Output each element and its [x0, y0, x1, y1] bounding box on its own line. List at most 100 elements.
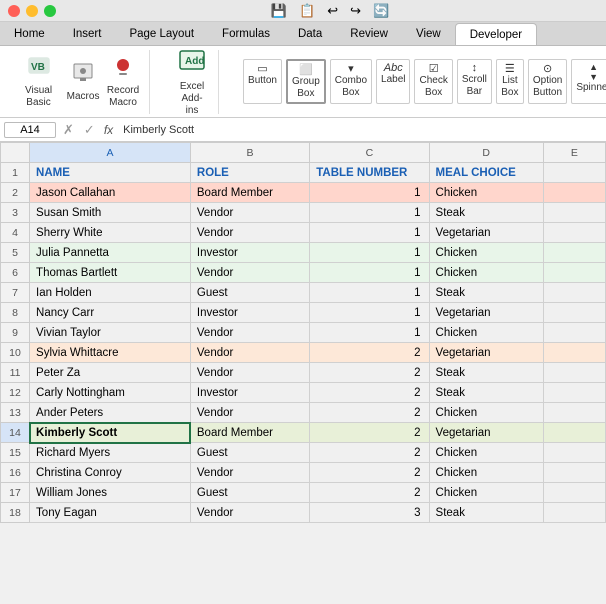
table-row[interactable]: 13Ander PetersVendor2Chicken — [1, 403, 606, 423]
group-box-button[interactable]: ⬜ GroupBox — [286, 59, 326, 104]
cell-meal-choice[interactable]: Chicken — [429, 483, 543, 503]
cell-name[interactable]: Ander Peters — [30, 403, 191, 423]
cell-name[interactable]: Julia Pannetta — [30, 243, 191, 263]
col-header-e[interactable]: E — [543, 143, 605, 163]
cell-role[interactable]: Vendor — [190, 223, 309, 243]
cell-empty[interactable] — [543, 503, 605, 523]
save-icon[interactable]: 💾 — [271, 3, 287, 19]
cell-meal-choice[interactable]: Steak — [429, 503, 543, 523]
cell-role[interactable]: Guest — [190, 283, 309, 303]
cell-name[interactable]: Thomas Bartlett — [30, 263, 191, 283]
col-header-d[interactable]: D — [429, 143, 543, 163]
cell-empty[interactable] — [543, 443, 605, 463]
tab-insert[interactable]: Insert — [59, 23, 116, 45]
cell-table-number[interactable]: 2 — [310, 463, 429, 483]
cell-empty[interactable] — [543, 423, 605, 443]
col-header-a[interactable]: A — [30, 143, 191, 163]
excel-addins-button[interactable]: Add ExcelAdd-ins — [174, 45, 210, 119]
tab-review[interactable]: Review — [336, 23, 402, 45]
cell-empty[interactable] — [543, 363, 605, 383]
cell-name[interactable]: Nancy Carr — [30, 303, 191, 323]
button-control-button[interactable]: ▭ Button — [243, 59, 282, 104]
cell-role[interactable]: ROLE — [190, 163, 309, 183]
list-box-button[interactable]: ☰ ListBox — [496, 59, 524, 104]
cell-empty[interactable] — [543, 303, 605, 323]
tab-formulas[interactable]: Formulas — [208, 23, 284, 45]
cell-meal-choice[interactable]: Steak — [429, 363, 543, 383]
cell-meal-choice[interactable]: Vegetarian — [429, 223, 543, 243]
record-macro-button[interactable]: RecordMacro — [105, 53, 141, 111]
cell-role[interactable]: Guest — [190, 443, 309, 463]
cell-table-number[interactable]: 2 — [310, 383, 429, 403]
cell-table-number[interactable]: 1 — [310, 283, 429, 303]
cell-empty[interactable] — [543, 383, 605, 403]
cell-name[interactable]: Vivian Taylor — [30, 323, 191, 343]
table-row[interactable]: 8Nancy CarrInvestor1Vegetarian — [1, 303, 606, 323]
cell-meal-choice[interactable]: Chicken — [429, 243, 543, 263]
cell-name[interactable]: Ian Holden — [30, 283, 191, 303]
cell-meal-choice[interactable]: Chicken — [429, 463, 543, 483]
cell-meal-choice[interactable]: Chicken — [429, 323, 543, 343]
cell-table-number[interactable]: 1 — [310, 243, 429, 263]
col-header-b[interactable]: B — [190, 143, 309, 163]
cell-table-number[interactable]: 2 — [310, 363, 429, 383]
cell-role[interactable]: Vendor — [190, 503, 309, 523]
table-row[interactable]: 18Tony EaganVendor3Steak — [1, 503, 606, 523]
minimize-button[interactable] — [26, 5, 38, 17]
cell-empty[interactable] — [543, 183, 605, 203]
cell-table-number[interactable]: 1 — [310, 323, 429, 343]
table-row[interactable]: 5Julia PannettaInvestor1Chicken — [1, 243, 606, 263]
cell-role[interactable]: Vendor — [190, 403, 309, 423]
option-button-button[interactable]: ⊙ OptionButton — [528, 59, 567, 104]
table-row[interactable]: 2Jason CallahanBoard Member1Chicken — [1, 183, 606, 203]
close-button[interactable] — [8, 5, 20, 17]
cell-name[interactable]: Sherry White — [30, 223, 191, 243]
cell-empty[interactable] — [543, 343, 605, 363]
cell-name[interactable]: William Jones — [30, 483, 191, 503]
cell-name[interactable]: NAME — [30, 163, 191, 183]
cell-name[interactable]: Christina Conroy — [30, 463, 191, 483]
cell-role[interactable]: Guest — [190, 483, 309, 503]
cell-role[interactable]: Vendor — [190, 203, 309, 223]
visual-basic-button[interactable]: VB Visual Basic — [16, 53, 61, 111]
cell-table-number[interactable]: 2 — [310, 403, 429, 423]
table-row[interactable]: 6Thomas BartlettVendor1Chicken — [1, 263, 606, 283]
table-row[interactable]: 1NAMEROLETABLE NUMBERMEAL CHOICE — [1, 163, 606, 183]
macros-button[interactable]: Macros — [65, 59, 101, 105]
tab-page-layout[interactable]: Page Layout — [115, 23, 208, 45]
cell-empty[interactable] — [543, 223, 605, 243]
cell-meal-choice[interactable]: Chicken — [429, 263, 543, 283]
cell-role[interactable]: Investor — [190, 303, 309, 323]
cell-meal-choice[interactable]: Steak — [429, 383, 543, 403]
cell-table-number[interactable]: TABLE NUMBER — [310, 163, 429, 183]
cell-meal-choice[interactable]: Steak — [429, 203, 543, 223]
cell-name[interactable]: Tony Eagan — [30, 503, 191, 523]
table-row[interactable]: 14Kimberly ScottBoard Member2Vegetarian — [1, 423, 606, 443]
cell-meal-choice[interactable]: Vegetarian — [429, 423, 543, 443]
cell-name[interactable]: Kimberly Scott — [30, 423, 191, 443]
cell-meal-choice[interactable]: MEAL CHOICE — [429, 163, 543, 183]
cell-role[interactable]: Board Member — [190, 183, 309, 203]
cell-role[interactable]: Investor — [190, 383, 309, 403]
toolbar-icon-2[interactable]: 📋 — [299, 3, 315, 19]
cell-meal-choice[interactable]: Steak — [429, 283, 543, 303]
cell-role[interactable]: Board Member — [190, 423, 309, 443]
cell-role[interactable]: Vendor — [190, 343, 309, 363]
cell-meal-choice[interactable]: Vegetarian — [429, 303, 543, 323]
cell-table-number[interactable]: 2 — [310, 423, 429, 443]
maximize-button[interactable] — [44, 5, 56, 17]
cell-name[interactable]: Sylvia Whittacre — [30, 343, 191, 363]
spreadsheet[interactable]: A B C D E 1NAMEROLETABLE NUMBERMEAL CHOI… — [0, 142, 606, 604]
tab-data[interactable]: Data — [284, 23, 336, 45]
cell-table-number[interactable]: 1 — [310, 263, 429, 283]
check-box-button[interactable]: ☑ CheckBox — [414, 59, 452, 104]
cell-name[interactable]: Peter Za — [30, 363, 191, 383]
cell-empty[interactable] — [543, 263, 605, 283]
toolbar-icon-5[interactable]: 🔄 — [373, 3, 389, 19]
cell-meal-choice[interactable]: Chicken — [429, 403, 543, 423]
cell-role[interactable]: Vendor — [190, 363, 309, 383]
cell-table-number[interactable]: 1 — [310, 183, 429, 203]
cell-table-number[interactable]: 2 — [310, 483, 429, 503]
cell-name[interactable]: Richard Myers — [30, 443, 191, 463]
combo-box-button[interactable]: ▾ ComboBox — [330, 59, 372, 104]
